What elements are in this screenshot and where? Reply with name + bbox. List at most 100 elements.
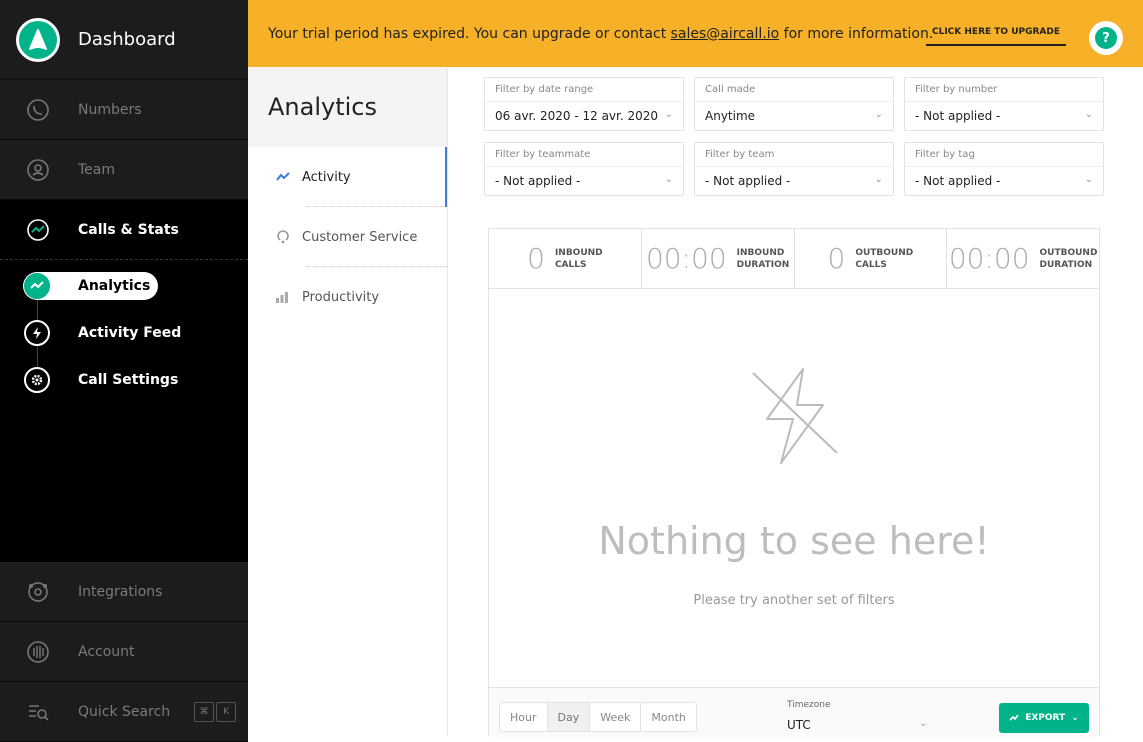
- stats-icon: [26, 218, 50, 242]
- stat-caption-line2: CALLS: [855, 259, 887, 270]
- subitem-label: Activity Feed: [78, 324, 182, 341]
- command-key: ⌘: [194, 701, 215, 722]
- chart-footer: Hour Day Week Month Timezone UTC ⌄ EXPOR…: [489, 687, 1099, 737]
- stat-value: 00:00: [645, 242, 727, 275]
- sidebar-subitem-analytics[interactable]: Analytics: [0, 262, 248, 309]
- filter-label: Filter by date range: [485, 78, 683, 102]
- filter-label: Filter by teammate: [485, 143, 683, 167]
- tab-activity[interactable]: Activity: [248, 147, 447, 207]
- sidebar-item-label: Quick Search: [78, 703, 171, 720]
- chevron-down-icon: ⌄: [664, 174, 673, 185]
- tab-label: Activity: [302, 169, 351, 185]
- stat-caption: INBOUND DURATION: [737, 247, 790, 271]
- phone-icon: [26, 98, 50, 122]
- bar-chart-icon: [276, 291, 290, 303]
- stat-caption-line1: INBOUND: [554, 247, 603, 258]
- fingerprint-icon: [26, 640, 50, 664]
- user-icon: [26, 158, 50, 182]
- filter-value: - Not applied - ⌄: [485, 167, 683, 188]
- subitem-label: Call Settings: [78, 371, 179, 388]
- export-button[interactable]: EXPORT ⌄: [999, 703, 1089, 733]
- empty-state-subtitle: Please try another set of filters: [693, 593, 895, 608]
- filter-label: Call made: [695, 78, 893, 102]
- page-title: Analytics: [248, 67, 447, 147]
- customer-service-icon: [276, 230, 290, 244]
- sidebar-submenu: Analytics Activity Feed Call Settings: [0, 262, 248, 403]
- aircall-logo-icon: [16, 17, 60, 62]
- filter-value-text: - Not applied -: [705, 174, 791, 188]
- help-button[interactable]: ?: [1089, 21, 1123, 55]
- chevron-down-icon: ⌄: [1084, 174, 1093, 185]
- granularity-hour-button[interactable]: Hour: [500, 703, 548, 731]
- k-key: K: [216, 701, 237, 722]
- filter-tag[interactable]: Filter by tag - Not applied - ⌄: [904, 142, 1104, 196]
- sidebar-item-account[interactable]: Account: [0, 622, 248, 682]
- sidebar-item-label: Numbers: [78, 101, 142, 118]
- filter-label: Filter by tag: [905, 143, 1103, 167]
- sidebar-item-integrations[interactable]: Integrations: [0, 562, 248, 622]
- subitem-label: Analytics: [78, 277, 151, 294]
- sidebar-item-quick-search[interactable]: Quick Search ⌘ K: [0, 682, 248, 742]
- sidebar-item-team[interactable]: Team: [0, 140, 248, 200]
- granularity-month-button[interactable]: Month: [641, 703, 696, 731]
- filter-value-text: - Not applied -: [915, 174, 1001, 188]
- stat-outbound-calls: 0 OUTBOUND CALLS: [794, 229, 948, 288]
- stat-caption: OUTBOUND DURATION: [1040, 247, 1098, 271]
- sales-email-link[interactable]: sales@aircall.io: [671, 26, 780, 42]
- keyboard-shortcut: ⌘ K: [194, 701, 237, 722]
- filter-team[interactable]: Filter by team - Not applied - ⌄: [694, 142, 894, 196]
- activity-icon: [1009, 714, 1019, 721]
- stat-value: 0: [827, 242, 846, 275]
- chevron-down-icon: ⌄: [1071, 713, 1079, 723]
- analytics-nav: Analytics Activity Customer Service Prod…: [248, 67, 448, 736]
- timezone-select[interactable]: UTC: [787, 718, 811, 732]
- sidebar-item-calls-stats[interactable]: Calls & Stats: [0, 200, 248, 260]
- stat-inbound-duration: 00:00 INBOUND DURATION: [641, 229, 795, 288]
- stats-bar: 0 INBOUND CALLS 00:00 INBOUND DURATION 0 O…: [488, 228, 1100, 288]
- no-data-lightning-icon: [745, 361, 845, 475]
- filter-value-text: - Not applied -: [495, 174, 581, 188]
- sidebar-bottom: Integrations Account Quick Search ⌘ K: [0, 562, 248, 742]
- lightning-icon: [24, 319, 50, 346]
- tab-customer-service[interactable]: Customer Service: [248, 207, 447, 267]
- chevron-down-icon: ⌄: [919, 718, 928, 729]
- activity-icon: [276, 172, 290, 182]
- filter-value: - Not applied - ⌄: [905, 167, 1103, 188]
- stat-inbound-calls: 0 INBOUND CALLS: [489, 229, 642, 288]
- granularity-day-button[interactable]: Day: [547, 703, 591, 731]
- analytics-icon: [24, 272, 50, 299]
- stat-caption-line2: CALLS: [554, 259, 587, 270]
- tab-label: Customer Service: [302, 229, 418, 245]
- stat-caption-line2: DURATION: [1039, 259, 1093, 270]
- filter-teammate[interactable]: Filter by teammate - Not applied - ⌄: [484, 142, 684, 196]
- sidebar-item-label: Account: [78, 643, 135, 660]
- main-content: Filter by date range 06 avr. 2020 - 12 a…: [448, 67, 1143, 737]
- chevron-down-icon: ⌄: [874, 174, 883, 185]
- gear-icon: [24, 366, 50, 393]
- filter-label: Filter by number: [905, 78, 1103, 102]
- stat-caption-line2: DURATION: [736, 259, 790, 270]
- search-icon: [26, 700, 50, 724]
- stat-caption-line1: OUTBOUND: [855, 247, 914, 258]
- granularity-selector: Hour Day Week Month: [499, 702, 697, 732]
- sidebar-header[interactable]: Dashboard: [0, 0, 248, 80]
- filter-value-text: Anytime: [705, 109, 756, 123]
- sidebar-subitem-call-settings[interactable]: Call Settings: [0, 356, 248, 403]
- dashboard-title: Dashboard: [78, 29, 176, 50]
- tab-productivity[interactable]: Productivity: [248, 267, 447, 327]
- sidebar-item-label: Integrations: [78, 583, 163, 600]
- banner-text-before: Your trial period has expired. You can u…: [268, 25, 671, 42]
- filter-value: - Not applied - ⌄: [695, 167, 893, 188]
- filter-value: Anytime ⌄: [695, 102, 893, 123]
- upgrade-button[interactable]: CLICK HERE TO UPGRADE: [926, 22, 1066, 46]
- banner-text-after: for more information.: [779, 25, 934, 42]
- sidebar-item-numbers[interactable]: Numbers: [0, 80, 248, 140]
- integrations-icon: [26, 580, 50, 604]
- filter-call-made[interactable]: Call made Anytime ⌄: [694, 77, 894, 131]
- sidebar-subitem-activity-feed[interactable]: Activity Feed: [0, 309, 248, 356]
- filter-date-range[interactable]: Filter by date range 06 avr. 2020 - 12 a…: [484, 77, 684, 131]
- granularity-week-button[interactable]: Week: [590, 703, 642, 731]
- sidebar-item-label: Calls & Stats: [78, 221, 179, 238]
- filter-number[interactable]: Filter by number - Not applied - ⌄: [904, 77, 1104, 131]
- sidebar: Dashboard Numbers Team Calls & Stats Ana…: [0, 0, 248, 742]
